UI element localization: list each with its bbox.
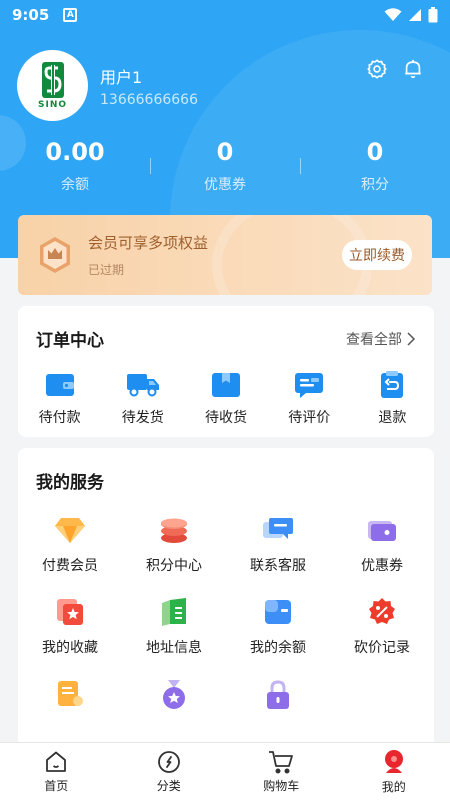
signal-icon	[409, 9, 421, 21]
review-icon	[295, 373, 324, 398]
profile-icon	[384, 749, 403, 773]
coins-icon	[161, 518, 187, 543]
service-label: 积分中心	[146, 558, 202, 574]
settings-icon[interactable]	[366, 58, 388, 80]
wallet-icon	[45, 374, 74, 396]
truck-icon	[126, 374, 159, 397]
status-time: 9:05	[12, 6, 50, 24]
bargain-icon	[369, 598, 395, 624]
tab-cart[interactable]: 购物车	[225, 743, 338, 800]
notification-icon: A	[63, 8, 78, 22]
crown-badge-icon	[40, 237, 70, 273]
avatar[interactable]: SINO	[17, 50, 88, 121]
vip-title: 会员可享多项权益	[88, 234, 209, 252]
username: 用户1	[100, 67, 143, 87]
tab-label: 分类	[156, 778, 181, 793]
stat-label: 余额	[61, 177, 89, 193]
account-stats: 0.00 余额 0 优惠券 0 积分	[0, 138, 450, 194]
order-center-card: 订单中心 查看全部 待付款 待发货 待收货 待评价 退款	[18, 306, 434, 437]
service-label: 付费会员	[42, 558, 98, 574]
status-bar: 9:05 A	[0, 0, 450, 30]
lock-icon	[267, 680, 289, 709]
battery-icon	[428, 7, 438, 23]
order-pending-shipment[interactable]: 待发货	[101, 371, 184, 427]
logo-text: SINO	[37, 100, 67, 110]
chat-icon	[263, 518, 293, 539]
bell-icon[interactable]	[402, 58, 424, 80]
tab-label: 我的	[381, 779, 406, 794]
tab-label: 首页	[44, 778, 69, 793]
stat-value: 0	[216, 138, 234, 166]
service-security[interactable]	[226, 679, 330, 721]
stat-balance[interactable]: 0.00 余额	[0, 138, 150, 194]
order-pending-receipt[interactable]: 待收货	[184, 371, 267, 427]
service-medal[interactable]	[122, 679, 226, 721]
my-services-card: 我的服务 付费会员 积分中心 联系客服 优惠券 我的收藏 地址信息 我的余额 砍…	[18, 448, 434, 768]
view-all-label: 查看全部	[346, 331, 402, 348]
service-address-info[interactable]: 地址信息	[122, 597, 226, 657]
address-icon	[162, 598, 186, 626]
bottom-tab-bar: 首页 分类 购物车 我的	[0, 742, 450, 800]
service-coupons[interactable]: 优惠券	[330, 515, 434, 575]
vip-membership-card[interactable]: 会员可享多项权益 已过期 立即续费	[18, 215, 432, 295]
order-refund[interactable]: 退款	[351, 371, 434, 427]
tab-label: 购物车	[263, 778, 300, 793]
service-document[interactable]	[18, 679, 122, 721]
sino-logo-icon	[41, 62, 64, 98]
service-favorites[interactable]: 我的收藏	[18, 597, 122, 657]
renew-button[interactable]: 立即续费	[342, 240, 412, 270]
home-icon	[46, 751, 67, 772]
category-icon	[157, 750, 180, 773]
diamond-icon	[55, 518, 85, 543]
medal-icon	[163, 680, 185, 709]
stat-label: 积分	[361, 177, 389, 193]
order-label: 待发货	[121, 410, 164, 426]
balance-icon	[265, 600, 291, 624]
order-label: 退款	[378, 410, 407, 426]
order-pending-review[interactable]: 待评价	[268, 371, 351, 427]
section-title: 订单中心	[36, 331, 104, 351]
service-bargain-records[interactable]: 砍价记录	[330, 597, 434, 657]
wifi-icon	[384, 8, 402, 21]
service-label: 我的余额	[250, 640, 306, 656]
favorite-icon	[57, 599, 83, 625]
vip-status: 已过期	[88, 263, 125, 277]
order-pending-payment[interactable]: 待付款	[18, 371, 101, 427]
phone-number: 13666666666	[100, 91, 198, 108]
tab-category[interactable]: 分类	[113, 743, 226, 800]
cart-icon	[269, 750, 294, 773]
stat-points[interactable]: 0 积分	[300, 138, 450, 194]
service-customer-support[interactable]: 联系客服	[226, 515, 330, 575]
view-all-orders-link[interactable]: 查看全部	[346, 329, 416, 349]
section-title: 我的服务	[36, 473, 104, 493]
service-label: 联系客服	[250, 558, 306, 574]
service-my-balance[interactable]: 我的余额	[226, 597, 330, 657]
order-label: 待付款	[38, 410, 81, 426]
service-label: 优惠券	[361, 558, 403, 574]
service-label: 砍价记录	[354, 640, 410, 656]
stat-label: 优惠券	[204, 177, 246, 193]
service-points-center[interactable]: 积分中心	[122, 515, 226, 575]
document-icon	[58, 681, 83, 706]
chevron-right-icon	[407, 331, 416, 346]
box-icon	[212, 373, 240, 397]
coupon-icon	[368, 521, 396, 541]
service-label: 我的收藏	[42, 640, 98, 656]
stat-value: 0.00	[45, 138, 105, 166]
service-paid-membership[interactable]: 付费会员	[18, 515, 122, 575]
tab-home[interactable]: 首页	[0, 743, 113, 800]
refund-icon	[381, 371, 404, 398]
tab-mine[interactable]: 我的	[338, 743, 450, 800]
service-label: 地址信息	[146, 640, 202, 656]
stat-coupons[interactable]: 0 优惠券	[150, 138, 300, 194]
order-label: 待评价	[288, 410, 331, 426]
order-label: 待收货	[205, 410, 247, 426]
stat-value: 0	[366, 138, 384, 166]
profile-header[interactable]: SINO 用户1 13666666666	[17, 50, 198, 121]
